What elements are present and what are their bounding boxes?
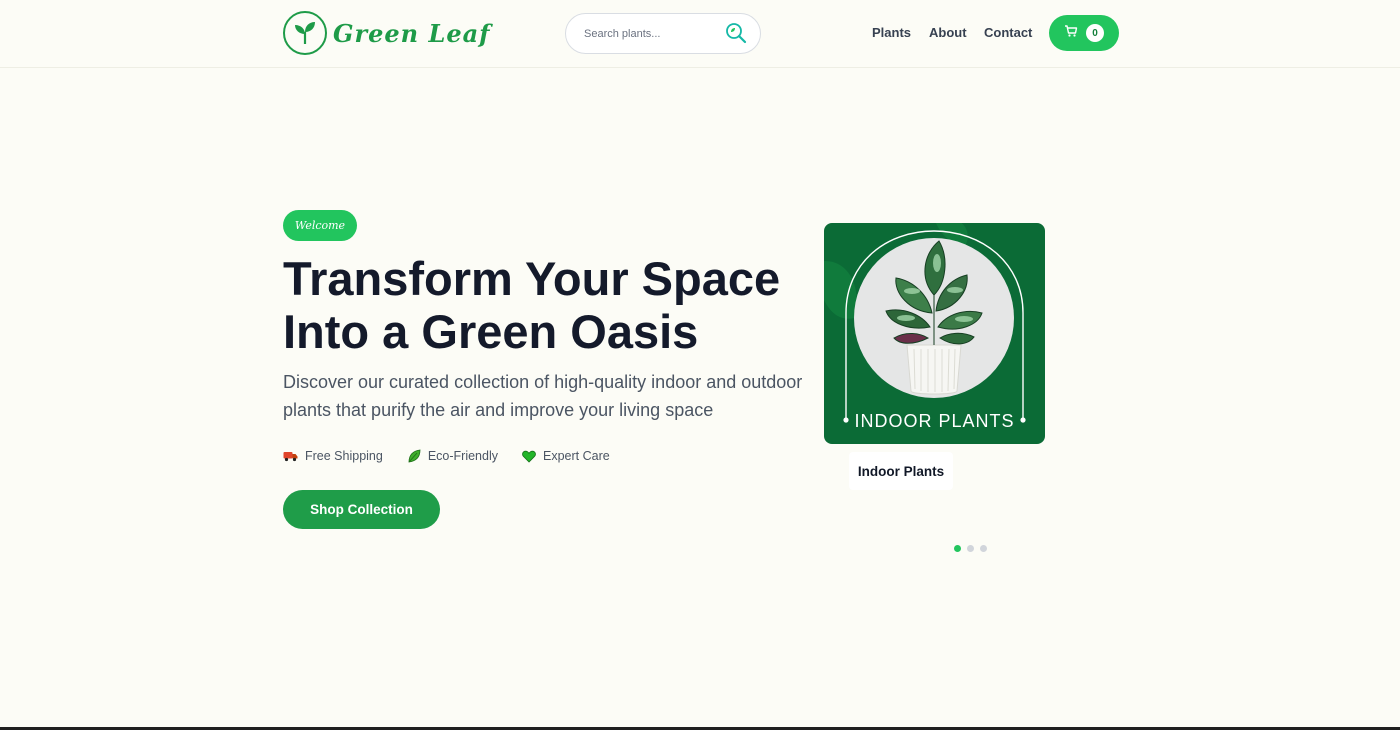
brand-name: Green Leaf: [333, 18, 491, 48]
card-title: Indoor Plants: [849, 452, 953, 490]
feature-label: Expert Care: [543, 449, 610, 463]
welcome-badge: Welcome: [283, 210, 357, 241]
carousel-dot-1[interactable]: [954, 545, 961, 552]
hero-title: Transform Your Space Into a Green Oasis: [283, 252, 803, 358]
hero-title-line2: Into a Green Oasis: [283, 305, 699, 358]
carousel-dots: [954, 545, 987, 552]
feature-free-shipping: Free Shipping: [283, 449, 383, 463]
cart-icon: [1064, 24, 1078, 43]
cart-count-badge: 0: [1086, 24, 1104, 42]
feature-label: Free Shipping: [305, 449, 383, 463]
feature-list: Free Shipping Eco-Friendly Expert Care: [283, 449, 610, 463]
hero-subtitle-line2: plants that purify the air and improve y…: [283, 400, 714, 420]
cart-button[interactable]: 0: [1049, 15, 1119, 51]
hero-subtitle-line1: Discover our curated collection of high-…: [283, 372, 803, 392]
leaf-logo-icon: [283, 11, 327, 55]
feature-expert-care: Expert Care: [522, 449, 610, 463]
carousel-dot-2[interactable]: [967, 545, 974, 552]
truck-icon: [283, 450, 298, 462]
feature-label: Eco-Friendly: [427, 449, 498, 463]
feature-eco-friendly: Eco-Friendly: [407, 449, 498, 463]
brand-logo[interactable]: Green Leaf: [283, 11, 491, 55]
carousel-dot-3[interactable]: [980, 545, 987, 552]
image-caption: INDOOR PLANTS: [854, 411, 1014, 431]
hero-title-line1: Transform Your Space: [283, 252, 781, 305]
search-icon[interactable]: [724, 21, 748, 45]
heart-icon: [522, 450, 536, 463]
site-header: Green Leaf Plants About Contact 0: [0, 0, 1400, 68]
nav-contact[interactable]: Contact: [984, 25, 1032, 40]
nav-plants[interactable]: Plants: [872, 25, 911, 40]
shop-collection-button[interactable]: Shop Collection: [283, 490, 440, 529]
search-input[interactable]: [584, 27, 714, 40]
nav-about[interactable]: About: [929, 25, 967, 40]
search-box: [565, 13, 761, 54]
hero-subtitle: Discover our curated collection of high-…: [283, 368, 813, 424]
indoor-plants-image[interactable]: INDOOR PLANTS: [824, 223, 1045, 444]
leaf-icon: [407, 449, 421, 463]
